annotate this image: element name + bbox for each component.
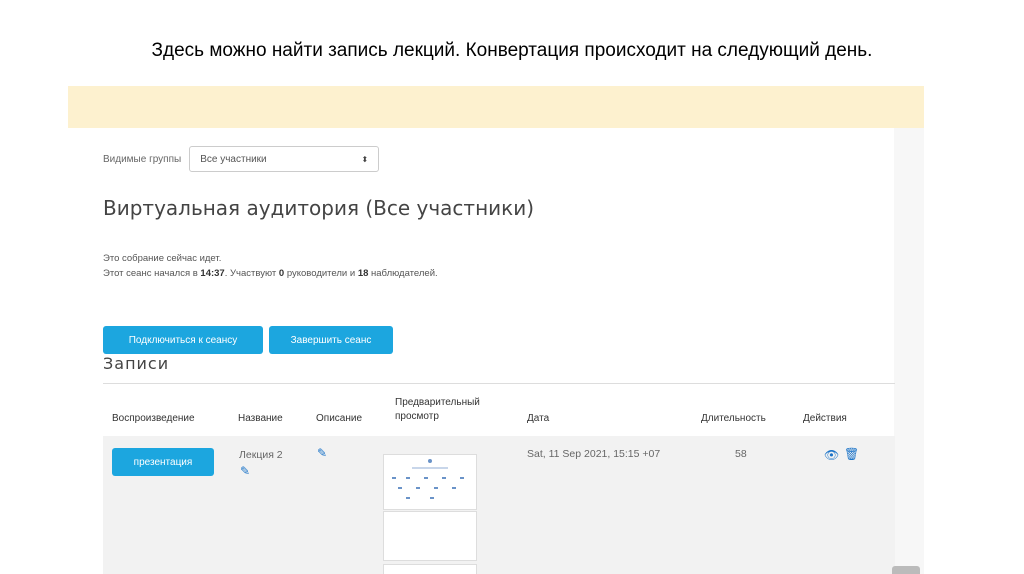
edit-description-pencil-icon[interactable]: ✎ [317,446,327,460]
edit-name-pencil-icon[interactable]: ✎ [240,464,250,478]
trash-icon[interactable]: 🗑 [844,447,859,461]
top-banner [68,86,924,128]
viewer-count: 18 [357,268,369,279]
col-header-preview: Предварительный просмотр [395,397,480,422]
visible-groups-select[interactable]: Все участники ⬍ [189,146,380,172]
preview-thumbnail[interactable] [383,454,477,510]
presentation-playback-button[interactable]: презентация [112,448,214,476]
preview-thumbnail[interactable] [383,511,477,561]
page-title: Виртуальная аудитория (Все участники) [103,196,535,220]
visible-groups-row: Видимые группы Все участники ⬍ [103,146,380,172]
app-screen: Видимые группы Все участники ⬍ Виртуальн… [68,86,924,574]
recording-duration: 58 [735,448,747,460]
visible-groups-label: Видимые группы [103,153,182,165]
slide-title: Здесь можно найти запись лекций. Конверт… [151,40,873,61]
end-session-button[interactable]: Завершить сеанс [269,326,393,354]
col-header-playback: Воспроизведение [112,413,195,424]
session-status: Это собрание сейчас идет. Этот сеанс нач… [103,251,438,281]
table-row [103,436,895,574]
recording-name: Лекция 2 [239,449,283,461]
updown-arrow-icon: ⬍ [361,154,369,164]
page-side-strip [894,128,924,574]
preview-thumbnail[interactable] [383,564,477,574]
scrollbar[interactable] [892,566,920,574]
eye-icon[interactable]: 👁 [824,448,839,462]
session-status-line1: Это собрание сейчас идет. [103,253,222,264]
col-header-name: Название [238,413,283,424]
col-header-duration: Длительность [701,413,766,424]
records-heading: Записи [103,354,170,373]
session-start-time: 14:37 [200,268,225,279]
join-session-button[interactable]: Подключиться к сеансу [103,326,263,354]
visible-groups-value: Все участники [200,153,267,165]
col-header-description: Описание [316,413,363,424]
col-header-actions: Действия [803,413,847,424]
divider [103,383,895,384]
recording-date: Sat, 11 Sep 2021, 15:15 +07 [527,448,661,460]
col-header-date: Дата [527,413,550,424]
session-status-line2: Этот сеанс начался в 14:37. Участвуют 0 … [103,268,438,279]
